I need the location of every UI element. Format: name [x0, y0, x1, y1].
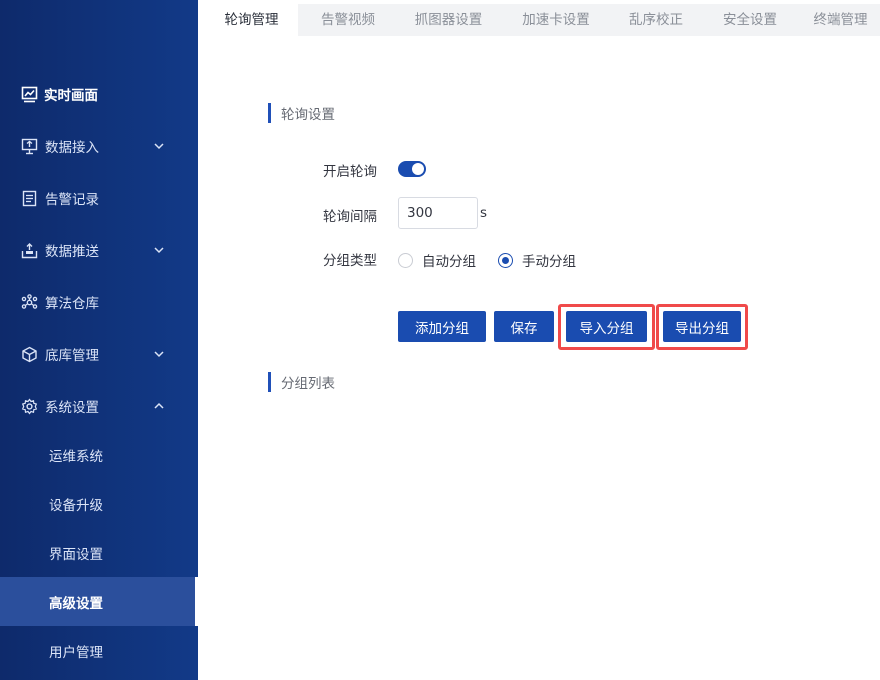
app-window: 实时画面 数据接入 告警记录 数据推送 算法仓库 底库管理 系统设置 运维系统 … — [0, 0, 880, 680]
sidebar-item-system-settings[interactable]: 系统设置 — [0, 381, 198, 431]
sidebar-item-label: 实时画面 — [44, 88, 98, 104]
tab-security[interactable]: 安全设置 — [699, 4, 801, 36]
gear-icon — [20, 397, 38, 415]
radio-label: 自动分组 — [422, 254, 476, 270]
section-title-text: 分组列表 — [281, 376, 335, 392]
sidebar-item-label: 数据推送 — [45, 244, 99, 260]
toggle-label: 开启轮询 — [323, 164, 377, 180]
sidebar-item-label: 算法仓库 — [45, 296, 99, 312]
radio-auto-group[interactable]: 自动分组 — [398, 250, 476, 270]
sidebar-item-label: 系统设置 — [45, 400, 99, 416]
sidebar-subitem-ui-settings[interactable]: 界面设置 — [0, 528, 198, 577]
sidebar-item-label: 告警记录 — [45, 192, 99, 208]
tab-reorder[interactable]: 乱序校正 — [613, 4, 699, 36]
group-type-label: 分组类型 — [323, 253, 377, 269]
chevron-up-icon — [152, 399, 166, 413]
sidebar-item-data-push[interactable]: 数据推送 — [0, 225, 198, 275]
sidebar-subitem-upgrade[interactable]: 设备升级 — [0, 479, 198, 528]
section-title-text: 轮询设置 — [281, 107, 335, 123]
section-title-group-list: 分组列表 — [268, 372, 335, 392]
document-list-icon — [20, 189, 38, 207]
export-group-button[interactable]: 导出分组 — [663, 311, 741, 342]
radio-circle — [498, 252, 513, 268]
sidebar-subitem-label: 高级设置 — [49, 595, 103, 612]
radio-circle — [398, 252, 413, 268]
radio-manual-group[interactable]: 手动分组 — [498, 250, 576, 270]
sidebar-item-label: 数据接入 — [45, 140, 99, 156]
interval-label: 轮询间隔 — [323, 209, 377, 225]
sidebar-item-realtime[interactable]: 实时画面 — [0, 69, 198, 119]
tab-bar: 轮询管理 告警视频 抓图器设置 加速卡设置 乱序校正 安全设置 终端管理 — [205, 4, 880, 36]
monitor-chart-icon — [20, 85, 38, 103]
add-group-button[interactable]: 添加分组 — [398, 311, 486, 342]
sidebar-item-label: 底库管理 — [45, 348, 99, 364]
tab-alarm-video[interactable]: 告警视频 — [298, 4, 398, 36]
interval-unit: s — [480, 205, 488, 221]
section-title-polling: 轮询设置 — [268, 103, 335, 123]
chevron-down-icon — [152, 243, 166, 257]
sidebar-subitem-label: 界面设置 — [49, 546, 103, 563]
sidebar-subitem-ops[interactable]: 运维系统 — [0, 430, 198, 479]
sidebar-item-data-access[interactable]: 数据接入 — [0, 121, 198, 171]
tab-polling[interactable]: 轮询管理 — [205, 4, 298, 36]
chevron-down-icon — [152, 347, 166, 361]
tab-terminal[interactable]: 终端管理 — [801, 4, 880, 36]
polling-toggle[interactable] — [398, 161, 426, 177]
chevron-down-icon — [152, 139, 166, 153]
toggle-knob — [412, 163, 424, 175]
save-button[interactable]: 保存 — [494, 311, 554, 342]
import-group-button[interactable]: 导入分组 — [566, 311, 647, 342]
tab-capture[interactable]: 抓图器设置 — [398, 4, 499, 36]
sidebar: 实时画面 数据接入 告警记录 数据推送 算法仓库 底库管理 系统设置 运维系统 … — [0, 0, 198, 680]
radio-label: 手动分组 — [522, 254, 576, 270]
sidebar-subitem-label: 运维系统 — [49, 448, 103, 465]
nodes-icon — [20, 293, 38, 311]
section-marker — [268, 103, 271, 123]
sidebar-subitem-users[interactable]: 用户管理 — [0, 626, 198, 675]
sidebar-item-alarm-records[interactable]: 告警记录 — [0, 173, 198, 223]
tray-upload-icon — [20, 241, 38, 259]
screen-upload-icon — [20, 137, 38, 155]
sidebar-subitem-label: 用户管理 — [49, 644, 103, 661]
sidebar-item-algorithm-store[interactable]: 算法仓库 — [0, 277, 198, 327]
sidebar-item-gallery[interactable]: 底库管理 — [0, 329, 198, 379]
sidebar-subitem-label: 设备升级 — [49, 497, 103, 514]
tab-accelerator[interactable]: 加速卡设置 — [499, 4, 613, 36]
section-marker — [268, 372, 271, 392]
sidebar-subitem-advanced[interactable]: 高级设置 — [0, 577, 198, 626]
cube-icon — [20, 345, 38, 363]
interval-input[interactable]: 300 — [398, 197, 478, 229]
